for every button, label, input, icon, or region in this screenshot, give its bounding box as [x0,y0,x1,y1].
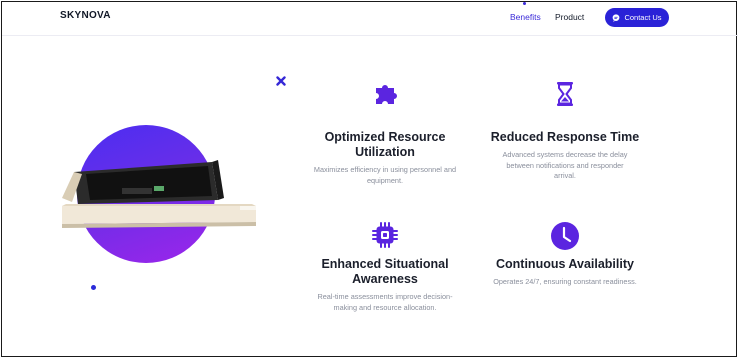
feature-card-response-time: Reduced Response Time Advanced systems d… [490,80,640,182]
feature-title: Reduced Response Time [490,130,640,144]
feature-description: Advanced systems decrease the delay betwe… [502,150,628,180]
decorative-dot [91,285,96,290]
feature-card-resource-utilization: Optimized Resource Utilization Maximizes … [305,80,465,186]
active-nav-indicator [523,2,526,5]
feature-card-continuous-availability: Continuous Availability Operates 24/7, e… [485,221,645,288]
hourglass-icon [557,82,573,106]
feature-description: Maximizes efficiency in using personnel … [313,165,457,185]
decorative-x-mark [276,76,286,86]
feature-title: Optimized Resource Utilization [324,130,446,159]
feature-description: Operates 24/7, ensuring constant readine… [493,277,637,286]
contact-us-button[interactable]: Contact Us [605,8,669,27]
clock-icon [551,222,579,250]
feature-description: Real-time assessments improve decision-m… [317,292,453,312]
hero-device-image [62,160,256,228]
nav-link-benefits[interactable]: Benefits [510,12,541,22]
puzzle-icon [376,85,397,104]
chip-icon [372,222,398,248]
chat-bubble-icon [613,13,620,22]
header-divider [2,35,738,36]
contact-us-label: Contact Us [624,13,662,22]
feature-title: Enhanced Situational Awareness [321,257,449,286]
brand-logo[interactable]: SKYNOVA [60,10,111,21]
nav-link-product[interactable]: Product [555,12,584,22]
feature-title: Continuous Availability [496,257,634,271]
feature-card-situational-awareness: Enhanced Situational Awareness Real-time … [305,221,465,313]
